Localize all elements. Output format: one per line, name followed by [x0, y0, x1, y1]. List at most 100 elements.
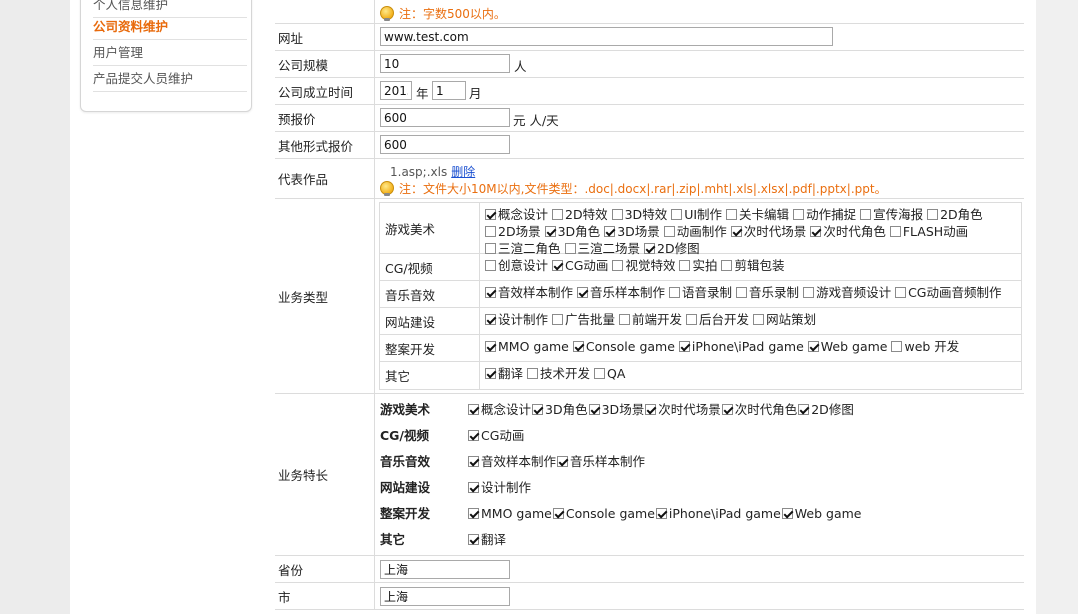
checkbox[interactable] [645, 404, 657, 415]
business-type-option[interactable]: 音乐样本制作 [577, 284, 665, 301]
checkbox[interactable] [577, 287, 589, 298]
specialty-option[interactable]: 音乐样本制作 [557, 449, 645, 475]
checkbox[interactable] [485, 226, 496, 237]
checkbox[interactable] [671, 209, 683, 220]
business-type-option[interactable]: 动画制作 [663, 223, 727, 240]
checkbox[interactable] [468, 456, 479, 467]
business-type-option[interactable]: 音效样本制作 [485, 284, 573, 301]
founded-year-input[interactable] [380, 81, 412, 100]
specialty-option[interactable]: CG动画 [468, 423, 524, 449]
checkbox[interactable] [663, 226, 675, 237]
checkbox[interactable] [485, 368, 496, 379]
checkbox[interactable] [895, 287, 907, 298]
business-type-option[interactable]: 次时代场景 [730, 223, 806, 240]
checkbox[interactable] [611, 209, 623, 220]
business-type-option[interactable]: FLASH动画 [889, 223, 968, 240]
checkbox[interactable] [793, 209, 805, 220]
specialty-option[interactable]: 3D场景 [588, 397, 644, 423]
specialty-option[interactable]: Console game [552, 501, 655, 527]
checkbox[interactable] [798, 404, 810, 415]
checkbox[interactable] [552, 260, 564, 271]
other-quote-input[interactable] [380, 135, 510, 154]
checkbox[interactable] [889, 226, 901, 237]
sidebar-item-product-submitters[interactable]: 产品提交人员维护 [93, 66, 247, 92]
business-type-option[interactable]: web 开发 [891, 338, 959, 355]
specialty-option[interactable]: 2D修图 [798, 397, 854, 423]
checkbox[interactable] [468, 404, 479, 415]
checkbox[interactable] [485, 341, 496, 352]
checkbox[interactable] [612, 260, 624, 271]
checkbox[interactable] [927, 209, 939, 220]
checkbox[interactable] [686, 314, 698, 325]
business-type-option[interactable]: 2D场景 [485, 223, 541, 240]
checkbox[interactable] [860, 209, 872, 220]
checkbox[interactable] [527, 368, 539, 379]
quote-input[interactable] [380, 108, 510, 127]
checkbox[interactable] [721, 404, 733, 415]
checkbox[interactable] [468, 430, 479, 441]
checkbox[interactable] [807, 341, 819, 352]
business-type-option[interactable]: 2D角色 [927, 206, 983, 223]
checkbox[interactable] [730, 226, 742, 237]
specialty-option[interactable]: 音效样本制作 [468, 449, 556, 475]
business-type-option[interactable]: Web game [807, 338, 887, 355]
checkbox[interactable] [619, 314, 631, 325]
checkbox[interactable] [781, 508, 793, 519]
business-type-option[interactable]: 动作捕捉 [793, 206, 856, 223]
business-type-option[interactable]: 技术开发 [527, 365, 590, 382]
checkbox[interactable] [564, 243, 576, 254]
specialty-option[interactable]: 3D角色 [532, 397, 588, 423]
checkbox[interactable] [557, 456, 569, 467]
checkbox[interactable] [485, 314, 496, 325]
business-type-option[interactable]: 翻译 [485, 365, 523, 382]
city-input[interactable] [380, 587, 510, 606]
checkbox[interactable] [736, 287, 748, 298]
business-type-option[interactable]: Console game [572, 338, 675, 355]
business-type-option[interactable]: 实拍 [679, 257, 717, 274]
checkbox[interactable] [468, 508, 479, 519]
business-type-option[interactable]: CG动画 [552, 257, 608, 274]
checkbox[interactable] [803, 287, 815, 298]
checkbox[interactable] [552, 508, 564, 519]
business-type-option[interactable]: QA [594, 365, 625, 382]
business-type-option[interactable]: 视觉特效 [612, 257, 675, 274]
province-input[interactable] [380, 560, 510, 579]
delete-file-link[interactable]: 删除 [451, 165, 475, 179]
sidebar-item-user-management[interactable]: 用户管理 [93, 40, 247, 66]
business-type-option[interactable]: UI制作 [671, 206, 722, 223]
checkbox[interactable] [485, 260, 496, 271]
checkbox[interactable] [544, 226, 556, 237]
checkbox[interactable] [891, 341, 903, 352]
business-type-option[interactable]: 次时代角色 [810, 223, 886, 240]
business-type-option[interactable]: 2D特效 [552, 206, 608, 223]
checkbox[interactable] [678, 341, 690, 352]
checkbox[interactable] [721, 260, 733, 271]
checkbox[interactable] [532, 404, 544, 415]
specialty-option[interactable]: 翻译 [468, 527, 506, 553]
checkbox[interactable] [485, 243, 496, 254]
founded-month-input[interactable] [432, 81, 466, 100]
specialty-option[interactable]: 设计制作 [468, 475, 531, 501]
checkbox[interactable] [655, 508, 667, 519]
business-type-option[interactable]: 创意设计 [485, 257, 548, 274]
business-type-option[interactable]: 设计制作 [485, 311, 548, 328]
scale-input[interactable] [380, 54, 510, 73]
website-input[interactable] [380, 27, 833, 46]
checkbox[interactable] [594, 368, 606, 379]
checkbox[interactable] [726, 209, 738, 220]
checkbox[interactable] [588, 404, 600, 415]
specialty-option[interactable]: 次时代场景 [645, 397, 721, 423]
checkbox[interactable] [810, 226, 822, 237]
checkbox[interactable] [669, 287, 681, 298]
business-type-option[interactable]: 游戏音频设计 [803, 284, 891, 301]
checkbox[interactable] [485, 209, 496, 220]
checkbox[interactable] [572, 341, 584, 352]
specialty-option[interactable]: MMO game [468, 501, 552, 527]
specialty-option[interactable]: Web game [781, 501, 861, 527]
business-type-option[interactable]: 广告批量 [552, 311, 615, 328]
business-type-option[interactable]: iPhone\iPad game [678, 338, 804, 355]
business-type-option[interactable]: MMO game [485, 338, 569, 355]
business-type-option[interactable]: 宣传海报 [860, 206, 923, 223]
specialty-option[interactable]: iPhone\iPad game [655, 501, 781, 527]
checkbox[interactable] [485, 287, 496, 298]
